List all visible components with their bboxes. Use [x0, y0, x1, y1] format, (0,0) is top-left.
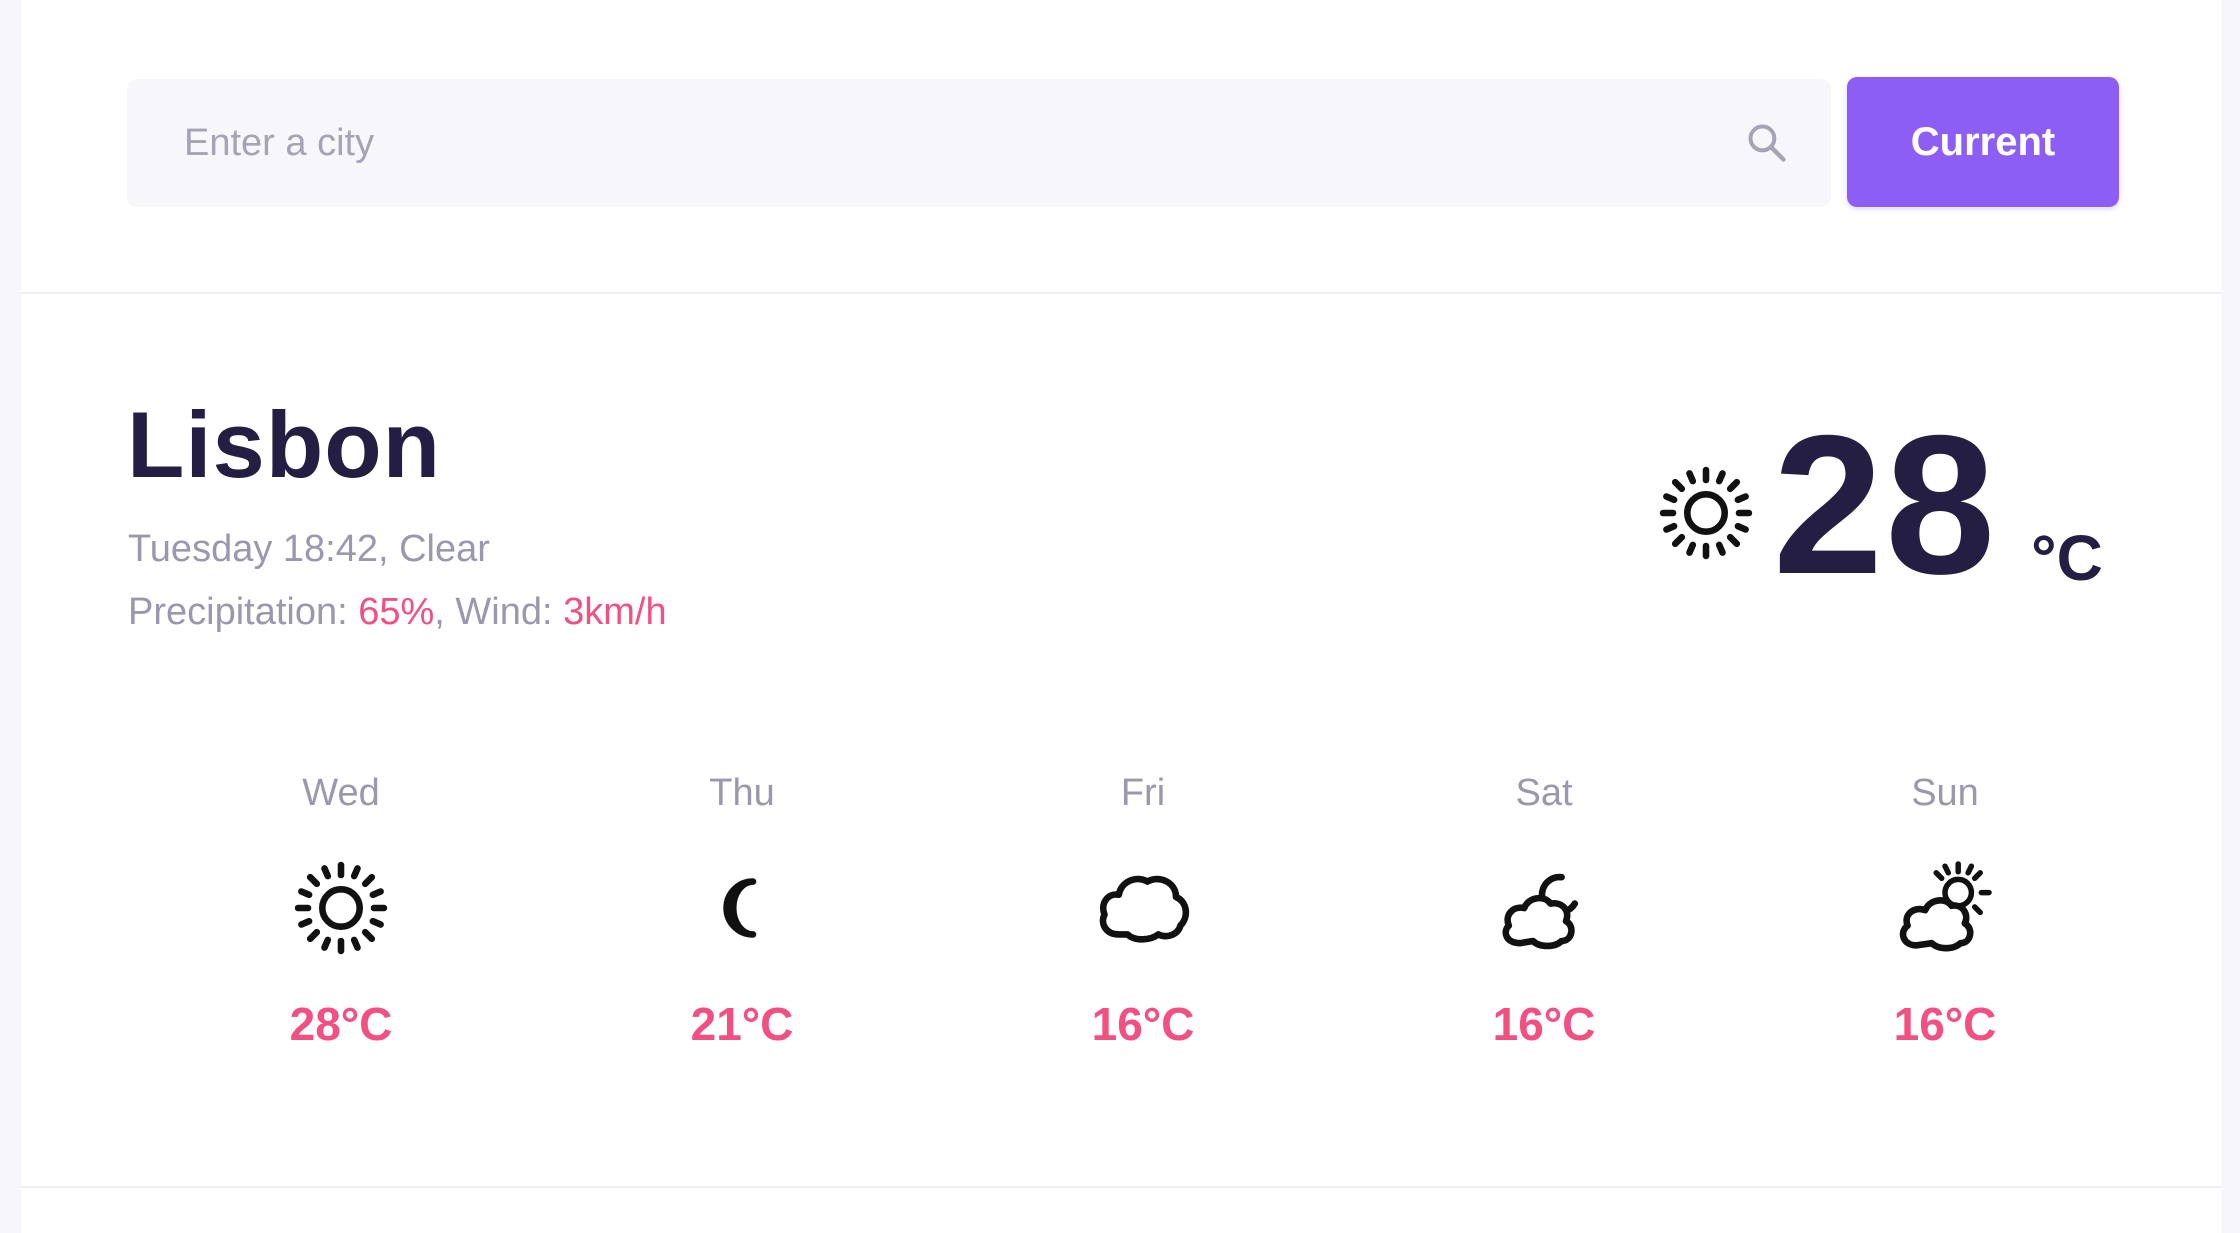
forecast-day-name: Wed: [302, 772, 380, 814]
forecast-temperature: 16°C: [1893, 998, 1997, 1050]
moon-icon: [723, 878, 757, 938]
forecast-day-name: Sun: [1911, 772, 1979, 814]
forecast-temperature: 16°C: [1492, 998, 1596, 1050]
forecast-day-sat: Sat 16°C: [1394, 772, 1694, 1092]
forecast-day-wed: Wed 28°C: [191, 772, 491, 1092]
wind-value: 3km/h: [563, 591, 667, 633]
forecast-day-name: Fri: [1120, 772, 1166, 814]
weather-overview: Lisbon Tuesday 18:42, Clear Precipitatio…: [21, 296, 2221, 1188]
forecast-row: Wed 28°C Thu 21°C Fri 16°C Sat 16°C Sun …: [21, 772, 2221, 1092]
precipitation-label: Precipitation:: [128, 591, 359, 633]
precipitation-value: 65%: [358, 591, 435, 633]
forecast-temperature: 21°C: [690, 998, 794, 1050]
forecast-day-thu: Thu 21°C: [592, 772, 892, 1092]
forecast-day-name: Sat: [1515, 772, 1573, 814]
forecast-temperature: 16°C: [1091, 998, 1195, 1050]
search-box: [127, 79, 1831, 207]
wind-label: , Wind:: [434, 591, 564, 633]
date-condition: Tuesday 18:42, Clear: [128, 528, 490, 570]
city-search-input[interactable]: [127, 79, 1727, 207]
forecast-day-name: Thu: [709, 772, 775, 814]
sun-icon: [1659, 466, 1753, 560]
current-temperature: 28: [1773, 394, 1998, 615]
sun-icon: [294, 861, 388, 955]
forecast-temperature: 28°C: [289, 998, 393, 1050]
forecast-day-sun: Sun 16°C: [1795, 772, 2095, 1092]
cloud-moon-icon: [1502, 873, 1579, 950]
city-name: Lisbon: [127, 392, 442, 497]
temperature-unit: °C: [2031, 522, 2103, 594]
cloud-sun-icon: [1899, 861, 1992, 952]
search-icon[interactable]: [1745, 121, 1789, 165]
current-location-button[interactable]: Current: [1847, 77, 2119, 207]
cloud-icon: [1099, 875, 1190, 943]
precip-wind-line: Precipitation: 65%, Wind: 3km/h: [128, 591, 667, 634]
search-section: Current: [21, 0, 2221, 294]
weather-card: Current Lisbon Tuesday 18:42, Clear Prec…: [21, 0, 2221, 1233]
forecast-day-fri: Fri 16°C: [993, 772, 1293, 1092]
